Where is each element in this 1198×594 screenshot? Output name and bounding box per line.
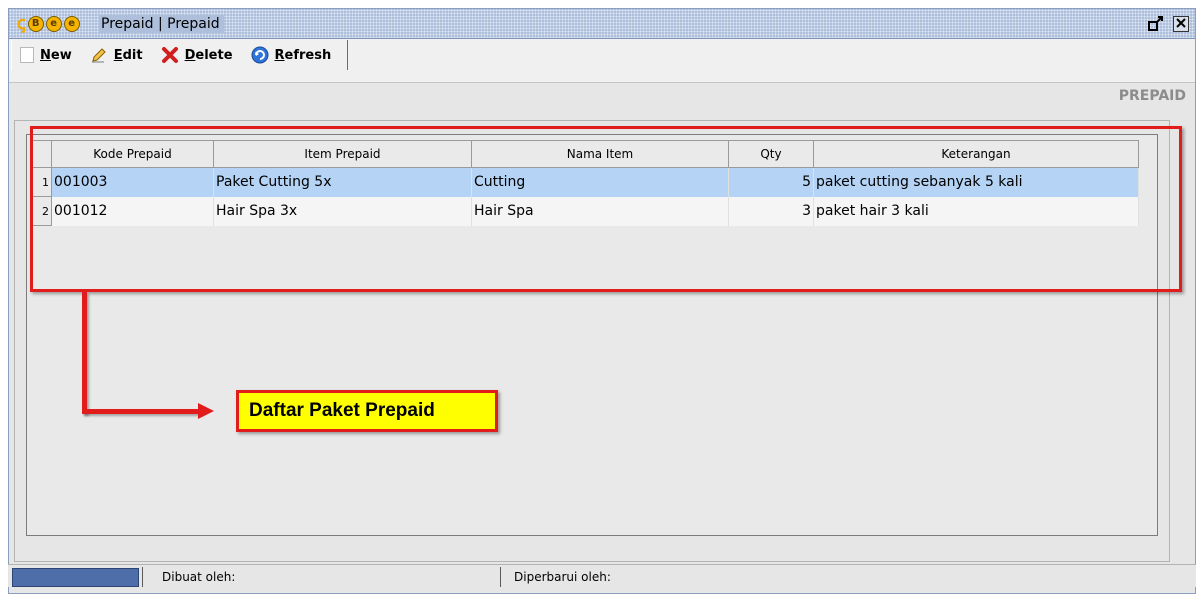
toolbar: New Edit Delete Refresh	[9, 39, 1195, 83]
close-window-icon[interactable]	[1173, 16, 1189, 32]
created-by-label: Dibuat oleh:	[162, 570, 236, 584]
refresh-button-label: Refresh	[274, 47, 332, 63]
edit-pencil-icon	[90, 46, 108, 64]
status-indicator	[12, 568, 139, 587]
annotation-callout: Daftar Paket Prepaid	[236, 390, 498, 432]
logo-letter-e2: e	[63, 16, 80, 32]
toolbar-button-group: New Edit Delete Refresh	[11, 40, 349, 70]
refresh-icon	[251, 46, 269, 64]
delete-button[interactable]: Delete	[153, 42, 243, 68]
bee-logo: ꞔ B e e	[17, 14, 80, 34]
annotation-arrow-horizontal	[82, 409, 202, 414]
updated-by-label: Diperbarui oleh:	[514, 570, 611, 584]
annotation-arrow-vertical	[82, 292, 87, 414]
delete-x-icon	[161, 46, 179, 64]
close-glyph	[1176, 18, 1186, 28]
restore-window-icon[interactable]	[1147, 15, 1165, 33]
edit-button-label: Edit	[113, 47, 143, 63]
title-bar[interactable]: ꞔ B e e Prepaid | Prepaid	[9, 9, 1195, 39]
logo-swirl-icon: ꞔ	[17, 13, 26, 34]
refresh-button[interactable]: Refresh	[243, 42, 342, 68]
status-bar: Dibuat oleh: Diperbarui oleh:	[8, 564, 1196, 587]
delete-button-label: Delete	[184, 47, 233, 63]
new-button[interactable]: New	[12, 42, 82, 68]
restore-glyph	[1148, 16, 1163, 31]
new-button-label: New	[40, 47, 72, 63]
annotation-highlight-box	[30, 126, 1182, 292]
annotation-arrow-head-icon	[198, 403, 214, 419]
status-divider	[142, 567, 143, 587]
edit-button[interactable]: Edit	[82, 42, 153, 68]
status-divider	[500, 567, 501, 587]
new-document-icon	[20, 47, 34, 63]
window-title: Prepaid | Prepaid	[99, 15, 224, 33]
panel-title: PREPAID	[1118, 88, 1186, 104]
logo-letter-e1: e	[45, 16, 62, 32]
logo-letter-b: B	[27, 16, 44, 32]
